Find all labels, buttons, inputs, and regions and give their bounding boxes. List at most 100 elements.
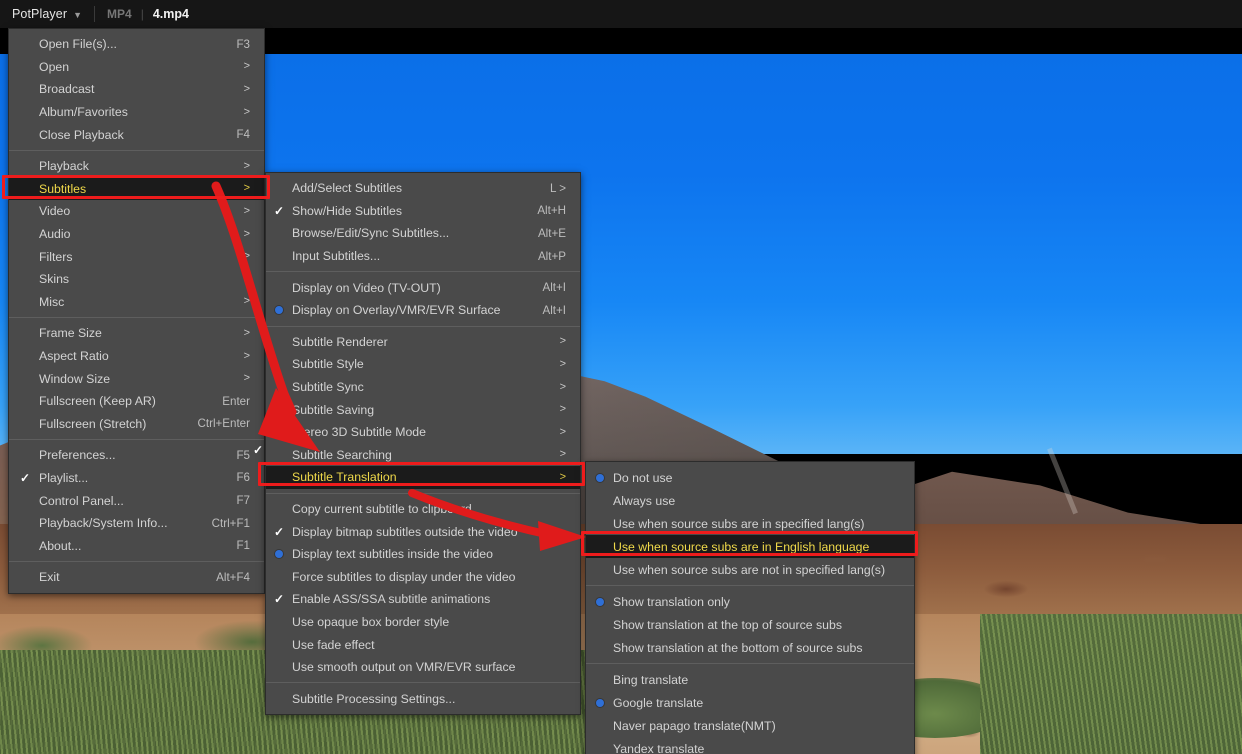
menu-item-shortcut: F3 <box>236 37 250 51</box>
menu-item-main-window-size[interactable]: Window Size > <box>9 367 264 390</box>
menu-item-subtitles-display-bitmap-subtitles-outside-the-video[interactable]: ✓ Display bitmap subtitles outside the vi… <box>266 520 580 543</box>
menu-item-subtitles-subtitle-saving[interactable]: Subtitle Saving > <box>266 398 580 421</box>
menu-item-main-fullscreen-stretch[interactable]: Fullscreen (Stretch) Ctrl+Enter <box>9 413 264 436</box>
menu-item-main-frame-size[interactable]: Frame Size > <box>9 322 264 345</box>
menu-item-label: About... <box>39 538 82 553</box>
menu-item-translation-use-when-source-subs-are-in-english-language[interactable]: Use when source subs are in English lang… <box>586 535 914 558</box>
menu-item-main-open-file-s[interactable]: Open File(s)... F3 <box>9 33 264 56</box>
menu-item-subtitles-show-hide-subtitles[interactable]: ✓ Show/Hide Subtitles Alt+H <box>266 200 580 223</box>
menu-separator <box>9 149 264 151</box>
menu-item-subtitles-subtitle-renderer[interactable]: Subtitle Renderer > <box>266 331 580 354</box>
submenu-arrow-icon: > <box>559 335 566 348</box>
menu-item-subtitles-use-smooth-output-on-vmr-evr-surface[interactable]: Use smooth output on VMR/EVR surface <box>266 656 580 679</box>
menu-item-label: Control Panel... <box>39 493 124 508</box>
menu-item-translation-do-not-use[interactable]: Do not use <box>586 466 914 489</box>
menu-item-subtitles-input-subtitles[interactable]: Input Subtitles... Alt+P <box>266 245 580 268</box>
submenu-arrow-icon: > <box>559 380 566 393</box>
menu-item-label: Use when source subs are in English lang… <box>613 539 870 554</box>
menu-item-main-playlist[interactable]: ✓ Playlist... F6 <box>9 467 264 490</box>
menu-item-translation-show-translation-at-the-bottom-of-source-subs[interactable]: Show translation at the bottom of source… <box>586 636 914 659</box>
menu-item-label: Video <box>39 204 71 219</box>
menu-item-subtitles-add-select-subtitles[interactable]: Add/Select Subtitles L > <box>266 177 580 200</box>
menu-item-main-broadcast[interactable]: Broadcast > <box>9 78 264 101</box>
menu-item-main-open[interactable]: Open > <box>9 56 264 79</box>
menu-item-label: Open <box>39 59 70 74</box>
subtitle-translation-submenu[interactable]: Do not use Always use Use when source subs… <box>585 461 915 754</box>
menu-item-main-video[interactable]: Video > <box>9 200 264 223</box>
menu-item-label: Exit <box>39 570 60 585</box>
menu-item-main-skins[interactable]: Skins > <box>9 268 264 291</box>
menu-item-label: Aspect Ratio <box>39 349 109 364</box>
menu-item-subtitles-subtitle-style[interactable]: Subtitle Style > <box>266 353 580 376</box>
menu-item-subtitles-stereo-3d-subtitle-mode[interactable]: Stereo 3D Subtitle Mode > <box>266 421 580 444</box>
menu-item-main-playback-system-info[interactable]: Playback/System Info... Ctrl+F1 <box>9 512 264 535</box>
menu-item-translation-use-when-source-subs-are-in-specified-lang-s[interactable]: Use when source subs are in specified la… <box>586 512 914 535</box>
menu-item-shortcut: F5 <box>236 448 250 462</box>
menu-item-subtitles-browse-edit-sync-subtitles[interactable]: Browse/Edit/Sync Subtitles... Alt+E <box>266 222 580 245</box>
app-name[interactable]: PotPlayer <box>0 7 67 21</box>
menu-item-shortcut: F4 <box>236 128 250 142</box>
title-bar: PotPlayer ▼ MP4 | 4.mp4 <box>0 0 1242 28</box>
menu-item-label: Subtitle Sync <box>292 380 364 395</box>
menu-item-main-close-playback[interactable]: Close Playback F4 <box>9 123 264 146</box>
menu-item-subtitles-copy-current-subtitle-to-clipboard[interactable]: Copy current subtitle to clipboard <box>266 498 580 521</box>
menu-item-label: Skins <box>39 272 70 287</box>
subtitles-submenu[interactable]: Add/Select Subtitles L > ✓ Show/Hide Subtit… <box>265 172 581 716</box>
menu-item-translation-naver-papago-translate-nmt[interactable]: Naver papago translate(NMT) <box>586 714 914 737</box>
menu-item-subtitles-subtitle-processing-settings[interactable]: Subtitle Processing Settings... <box>266 687 580 710</box>
menu-item-subtitles-force-subtitles-to-display-under-the-video[interactable]: Force subtitles to display under the vid… <box>266 566 580 589</box>
menu-item-label: Display bitmap subtitles outside the vid… <box>292 524 518 539</box>
menu-item-main-preferences[interactable]: Preferences... F5 <box>9 444 264 467</box>
submenu-arrow-icon: > <box>559 425 566 438</box>
menu-item-main-fullscreen-keep-ar[interactable]: Fullscreen (Keep AR) Enter <box>9 390 264 413</box>
menu-item-subtitles-enable-ass-ssa-subtitle-animations[interactable]: ✓ Enable ASS/SSA subtitle animations <box>266 588 580 611</box>
submenu-arrow-icon: > <box>243 159 250 172</box>
menu-item-translation-show-translation-at-the-top-of-source-subs[interactable]: Show translation at the top of source su… <box>586 613 914 636</box>
menu-separator <box>9 561 264 563</box>
menu-item-subtitles-use-fade-effect[interactable]: Use fade effect <box>266 633 580 656</box>
menu-item-translation-bing-translate[interactable]: Bing translate <box>586 668 914 691</box>
radio-selected-icon <box>273 548 285 560</box>
menu-item-main-audio[interactable]: Audio > <box>9 223 264 246</box>
menu-item-main-subtitles[interactable]: Subtitles > <box>9 177 264 201</box>
chevron-down-icon[interactable]: ▼ <box>73 10 82 20</box>
menu-item-main-about[interactable]: About... F1 <box>9 534 264 557</box>
submenu-arrow-icon: > <box>243 250 250 263</box>
menu-item-subtitles-display-text-subtitles-inside-the-video[interactable]: Display text subtitles inside the video <box>266 543 580 566</box>
menu-item-label: Do not use <box>613 470 673 485</box>
menu-item-translation-yandex-translate[interactable]: Yandex translate <box>586 737 914 754</box>
menu-item-subtitles-subtitle-sync[interactable]: Subtitle Sync > <box>266 376 580 399</box>
format-label: MP4 <box>107 7 132 21</box>
menu-item-subtitles-display-on-overlay-vmr-evr-surface[interactable]: Display on Overlay/VMR/EVR Surface Alt+I <box>266 299 580 322</box>
menu-item-main-filters[interactable]: Filters > <box>9 245 264 268</box>
menu-item-subtitles-use-opaque-box-border-style[interactable]: Use opaque box border style <box>266 611 580 634</box>
menu-separator <box>266 325 580 327</box>
menu-item-label: Subtitle Saving <box>292 402 375 417</box>
main-context-menu[interactable]: Open File(s)... F3 Open > Broadcast > Album/Fa… <box>8 28 265 594</box>
submenu-arrow-icon: > <box>243 272 250 285</box>
menu-item-main-aspect-ratio[interactable]: Aspect Ratio > <box>9 345 264 368</box>
menu-item-main-control-panel[interactable]: Control Panel... F7 <box>9 489 264 512</box>
menu-item-label: Subtitle Style <box>292 357 364 372</box>
menu-item-shortcut: Ctrl+Enter <box>197 417 250 431</box>
menu-item-label: Subtitles <box>39 181 87 196</box>
menu-separator <box>266 682 580 684</box>
menu-item-main-album-favorites[interactable]: Album/Favorites > <box>9 101 264 124</box>
menu-item-translation-google-translate[interactable]: Google translate <box>586 691 914 714</box>
submenu-arrow-icon: > <box>243 182 250 195</box>
submenu-arrow-icon: > <box>243 204 250 217</box>
menu-item-subtitles-subtitle-translation[interactable]: Subtitle Translation > <box>266 466 580 489</box>
menu-item-translation-use-when-source-subs-are-not-in-specified-lang-s[interactable]: Use when source subs are not in specifie… <box>586 558 914 581</box>
menu-item-main-playback[interactable]: Playback > <box>9 155 264 178</box>
menu-item-subtitles-subtitle-searching[interactable]: Subtitle Searching > <box>266 444 580 467</box>
menu-item-label: Playback <box>39 159 89 174</box>
menu-item-shortcut: L > <box>549 181 566 195</box>
menu-separator <box>586 585 914 586</box>
menu-item-subtitles-display-on-video-tv-out[interactable]: Display on Video (TV-OUT) Alt+I <box>266 276 580 299</box>
menu-item-main-misc[interactable]: Misc > <box>9 291 264 314</box>
menu-item-shortcut: F7 <box>236 494 250 508</box>
menu-item-translation-show-translation-only[interactable]: Show translation only <box>586 590 914 613</box>
menu-item-main-exit[interactable]: Exit Alt+F4 <box>9 566 264 589</box>
menu-item-translation-always-use[interactable]: Always use <box>586 489 914 512</box>
menu-item-label: Input Subtitles... <box>292 249 381 264</box>
